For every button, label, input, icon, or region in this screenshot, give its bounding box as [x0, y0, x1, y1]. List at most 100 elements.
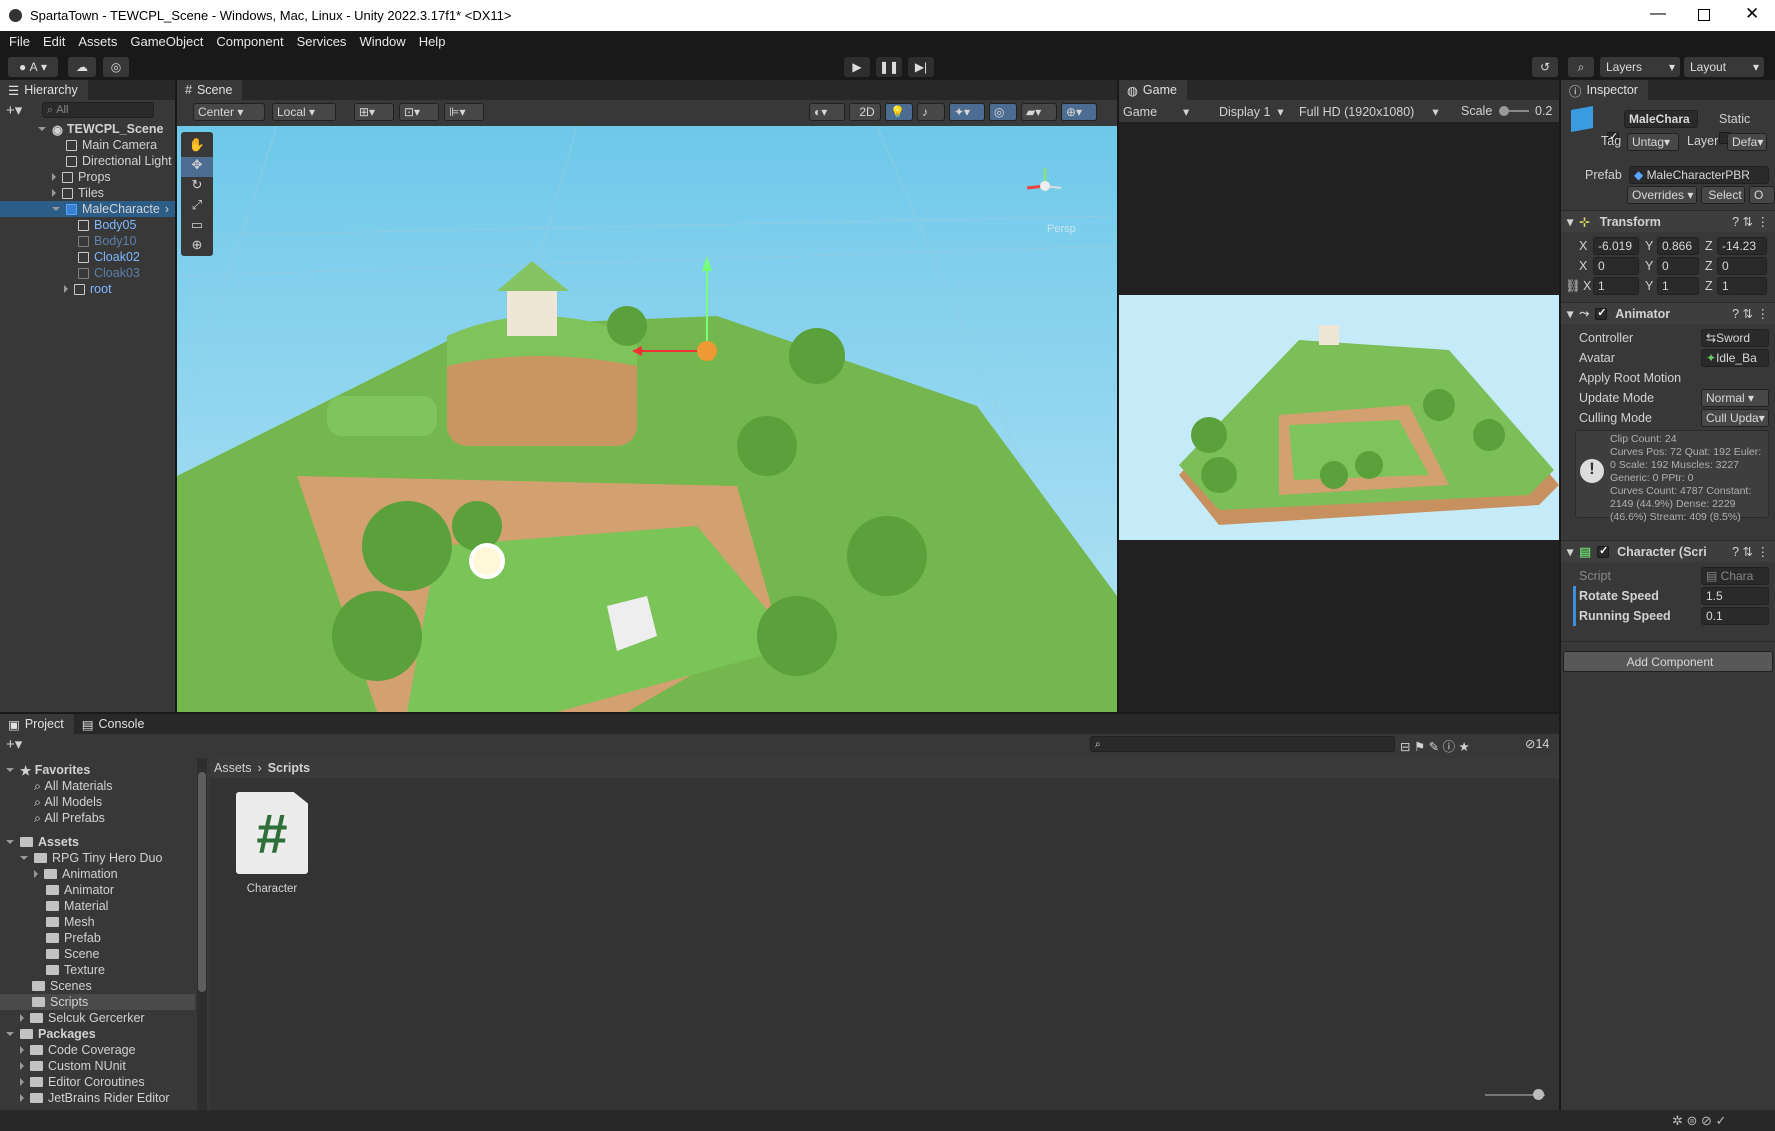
script-enabled-checkbox[interactable]: [1597, 544, 1610, 558]
tab-game[interactable]: ◍ Game: [1119, 80, 1187, 100]
layout-dropdown[interactable]: Layout ▾: [1684, 57, 1764, 77]
menu-help[interactable]: Help: [419, 34, 446, 49]
hierarchy-item[interactable]: Body05: [78, 217, 136, 233]
prefab-field[interactable]: ◆ MaleCharacterPBR: [1629, 166, 1769, 184]
animator-header[interactable]: ▾⤳Animator? ⇅ ⋮: [1561, 302, 1775, 324]
hierarchy-item[interactable]: Cloak03: [78, 265, 140, 281]
position-y[interactable]: 0.866: [1657, 237, 1699, 255]
hierarchy-item[interactable]: Directional Light: [66, 153, 172, 169]
rotation-y[interactable]: 0: [1657, 257, 1699, 275]
position-x[interactable]: -6.019: [1593, 237, 1639, 255]
persp-label[interactable]: Persp: [1047, 223, 1076, 235]
folder-rpg[interactable]: RPG Tiny Hero Duo: [20, 850, 162, 866]
lighting-toggle[interactable]: 💡: [885, 103, 913, 121]
open-button[interactable]: O: [1749, 186, 1775, 204]
snap-increment-button[interactable]: ⊡▾: [399, 103, 439, 121]
culling-mode-dropdown[interactable]: Cull Upda ▾: [1701, 409, 1769, 427]
maximize-button[interactable]: [1698, 9, 1710, 21]
close-button[interactable]: ✕: [1745, 4, 1759, 24]
effects-toggle[interactable]: ✦▾: [949, 103, 985, 121]
component-menu-icon[interactable]: ? ⇅ ⋮: [1732, 306, 1769, 321]
overrides-dropdown[interactable]: Overrides ▾: [1627, 186, 1697, 204]
animator-enabled-checkbox[interactable]: [1595, 306, 1608, 320]
search-button[interactable]: ⌕: [1568, 57, 1594, 77]
add-button[interactable]: +▾: [6, 101, 22, 119]
undo-history-button[interactable]: ↺: [1532, 57, 1558, 77]
avatar-field[interactable]: ✦ Idle_Ba: [1701, 349, 1769, 367]
folder-item-selected[interactable]: Scripts: [0, 994, 195, 1010]
folder-item[interactable]: Material: [46, 898, 108, 914]
scale-x[interactable]: 1: [1593, 277, 1639, 295]
menu-edit[interactable]: Edit: [43, 34, 65, 49]
create-button[interactable]: +▾: [6, 735, 22, 753]
hierarchy-search-input[interactable]: ⌕ All: [42, 102, 154, 118]
hidden-toggle[interactable]: ◎: [989, 103, 1017, 121]
tab-project[interactable]: ▣ Project: [0, 714, 74, 734]
transform-header[interactable]: ▾ ⊹ Transform? ⇅ ⋮: [1561, 210, 1775, 232]
transform-tool-icon[interactable]: ⊕: [181, 237, 213, 257]
scale-y[interactable]: 1: [1657, 277, 1699, 295]
rotation-x[interactable]: 0: [1593, 257, 1639, 275]
move-tool-icon[interactable]: ✥: [181, 157, 213, 177]
grid-snap-button[interactable]: ⊞▾: [354, 103, 394, 121]
project-search-input[interactable]: ⌕: [1090, 736, 1395, 752]
script-asset[interactable]: #: [236, 792, 308, 874]
account-dropdown[interactable]: ● A ▾: [8, 57, 58, 77]
package-item[interactable]: Code Coverage: [20, 1042, 136, 1058]
step-button[interactable]: ▶|: [908, 57, 934, 77]
tab-console[interactable]: ▤ Console: [73, 714, 155, 734]
tag-dropdown[interactable]: Untag ▾: [1627, 133, 1679, 151]
zoom-slider[interactable]: [1485, 1089, 1545, 1100]
rect-tool-icon[interactable]: ▭: [181, 217, 213, 237]
hierarchy-item[interactable]: Props: [52, 169, 111, 185]
rotation-z[interactable]: 0: [1717, 257, 1767, 275]
favorites-row[interactable]: ★ Favorites: [6, 762, 90, 778]
package-item[interactable]: JetBrains Rider Editor: [20, 1090, 170, 1106]
running-speed-field[interactable]: 0.1: [1701, 607, 1769, 625]
component-menu-icon[interactable]: ? ⇅ ⋮: [1732, 214, 1769, 229]
favorite-item[interactable]: ⌕ All Materials: [34, 778, 113, 794]
gizmos-button[interactable]: ⊕▾: [1061, 103, 1097, 121]
pause-button[interactable]: ❚❚: [876, 57, 902, 77]
hand-tool-icon[interactable]: ✋: [181, 137, 213, 157]
hierarchy-item[interactable]: Main Camera: [66, 137, 157, 153]
position-z[interactable]: -14.23: [1717, 237, 1767, 255]
assets-root[interactable]: Assets: [6, 834, 79, 850]
folder-item[interactable]: Mesh: [46, 914, 95, 930]
hidden-count[interactable]: ⊘14: [1525, 736, 1549, 751]
hierarchy-item[interactable]: Cloak02: [78, 249, 140, 265]
space-dropdown[interactable]: Local ▾: [272, 103, 336, 121]
scene-viewport[interactable]: ✋ ✥ ↻ ⤢ ▭ ⊕ Persp: [177, 126, 1117, 712]
display-dropdown[interactable]: Display 1 ▾: [1219, 104, 1284, 119]
tab-inspector[interactable]: ⓘ Inspector: [1561, 80, 1648, 100]
game-view-dropdown[interactable]: Game ▾: [1123, 104, 1189, 119]
layers-dropdown[interactable]: Layers ▾: [1600, 57, 1680, 77]
pivot-dropdown[interactable]: Center ▾: [193, 103, 265, 121]
game-viewport[interactable]: [1119, 295, 1559, 540]
breadcrumb-scripts[interactable]: Scripts: [268, 761, 310, 775]
hierarchy-item[interactable]: root: [64, 281, 112, 297]
menu-assets[interactable]: Assets: [78, 34, 117, 49]
collab-button[interactable]: ◎: [103, 57, 129, 77]
folder-item[interactable]: Animator: [46, 882, 114, 898]
favorite-item[interactable]: ⌕ All Models: [34, 794, 102, 810]
select-button[interactable]: Select: [1701, 186, 1745, 204]
menu-services[interactable]: Services: [297, 34, 347, 49]
minimize-button[interactable]: —: [1650, 5, 1666, 23]
object-name-field[interactable]: MaleChara: [1624, 110, 1698, 128]
packages-root[interactable]: Packages: [6, 1026, 96, 1042]
scene-row[interactable]: ◉ TEWCPL_Scene: [38, 121, 163, 137]
package-item[interactable]: Editor Coroutines: [20, 1074, 145, 1090]
orientation-gizmo[interactable]: [1025, 166, 1065, 206]
folder-item[interactable]: Scene: [46, 946, 99, 962]
menu-component[interactable]: Component: [216, 34, 283, 49]
controller-field[interactable]: ⇆ Sword: [1701, 329, 1769, 347]
filter-icons[interactable]: ⊟ ⚑ ✎ ⓘ ★: [1400, 736, 1470, 755]
breadcrumb-assets[interactable]: Assets: [214, 761, 252, 775]
play-button[interactable]: ▶: [844, 57, 870, 77]
folder-item[interactable]: Scenes: [32, 978, 92, 994]
scale-tool-icon[interactable]: ⤢: [181, 197, 213, 217]
menu-gameobject[interactable]: GameObject: [130, 34, 203, 49]
scale-z[interactable]: 1: [1717, 277, 1767, 295]
package-item[interactable]: Custom NUnit: [20, 1058, 126, 1074]
